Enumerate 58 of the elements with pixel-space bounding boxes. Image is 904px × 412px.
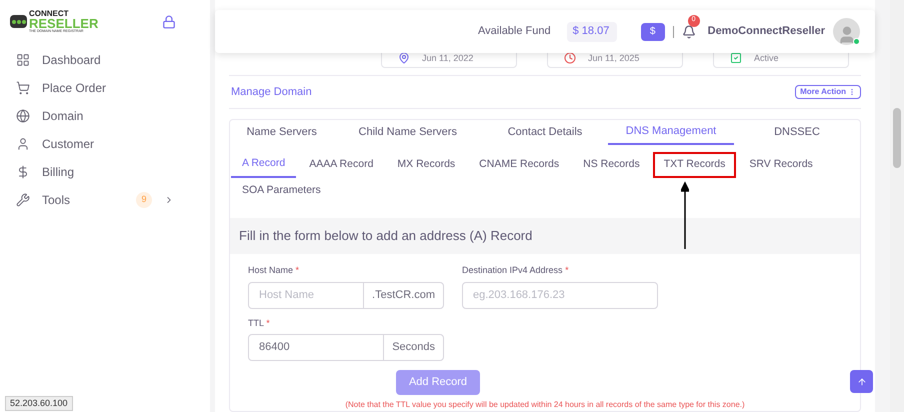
tab[interactable]: MX Records: [386, 152, 466, 178]
logo-mark-icon: [10, 15, 27, 28]
input-suffix: .TestCR.com: [363, 282, 443, 308]
more-action-button[interactable]: More Action: [795, 85, 861, 100]
cart-icon: [16, 80, 30, 94]
bell-icon[interactable]: [682, 24, 696, 38]
tab[interactable]: AAAA Record: [298, 152, 384, 178]
input-value[interactable]: 86400: [249, 335, 384, 360]
scroll-top-button[interactable]: [850, 370, 873, 393]
sidebar-item[interactable]: Place Order: [10, 74, 200, 102]
field-label: TTL *: [248, 316, 271, 330]
clock-icon: [564, 52, 576, 64]
tab[interactable]: Child Name Servers: [334, 120, 482, 145]
form-header: Fill in the form below to add an address (A) Record: [230, 218, 860, 254]
input-group[interactable]: 86400 Seconds: [248, 334, 444, 361]
input-field[interactable]: Host Name: [249, 282, 364, 308]
section-title: Manage Domain: [230, 84, 312, 100]
person-icon: [16, 136, 30, 150]
tab[interactable]: Name Servers: [230, 120, 334, 145]
input-group[interactable]: Host Name .TestCR.com: [248, 282, 444, 308]
tab[interactable]: DNSSEC: [734, 120, 860, 145]
sidebar-item[interactable]: Tools 9: [10, 186, 200, 214]
field-label: Destination IPv4 Address *: [462, 264, 570, 277]
card-text: Active: [754, 53, 779, 64]
tab[interactable]: A Record: [231, 152, 296, 178]
card-text: Jun 11, 2022: [422, 53, 474, 64]
arrow-up-icon: [856, 376, 866, 386]
wrench-icon: [16, 192, 30, 206]
sidebar-item[interactable]: Domain: [10, 102, 200, 130]
check-icon: [730, 52, 742, 64]
card-text: Jun 11, 2025: [588, 53, 640, 64]
ip-label: 52.203.60.100: [5, 396, 73, 411]
lock-icon[interactable]: [162, 14, 176, 29]
input-field[interactable]: eg.203.168.176.23: [462, 282, 658, 308]
annotation-arrow: [681, 181, 689, 249]
sidebar-item[interactable]: Dashboard: [10, 46, 200, 74]
fund-value: $ 18.07: [566, 22, 617, 42]
avatar[interactable]: [833, 18, 860, 45]
tab[interactable]: Contact Details: [482, 120, 608, 145]
tab[interactable]: TXT Records: [652, 152, 736, 178]
user-name: DemoConnectReseller: [708, 24, 825, 40]
add-fund-button[interactable]: $: [640, 22, 665, 40]
tab[interactable]: SOA Parameters: [231, 178, 332, 204]
fund-label: Available Fund: [478, 24, 551, 40]
tab[interactable]: SRV Records: [738, 152, 824, 178]
pin-icon: [398, 52, 410, 64]
sidebar-item[interactable]: Customer: [10, 130, 200, 158]
grid-icon: [16, 52, 30, 66]
tab[interactable]: NS Records: [572, 152, 651, 178]
note-text: (Note that the TTL value you specify will be updated within 24 hours in all records of the same type for this zone.): [344, 399, 746, 411]
sidebar-item[interactable]: Billing: [10, 158, 200, 186]
input-suffix: Seconds: [383, 335, 443, 360]
field-label: Host Name *: [248, 264, 300, 277]
tab[interactable]: DNS Management: [608, 120, 734, 145]
dollar-icon: [16, 164, 30, 178]
tab[interactable]: CNAME Records: [468, 152, 570, 178]
globe-icon: [16, 108, 30, 122]
count-badge: 9: [136, 192, 152, 208]
